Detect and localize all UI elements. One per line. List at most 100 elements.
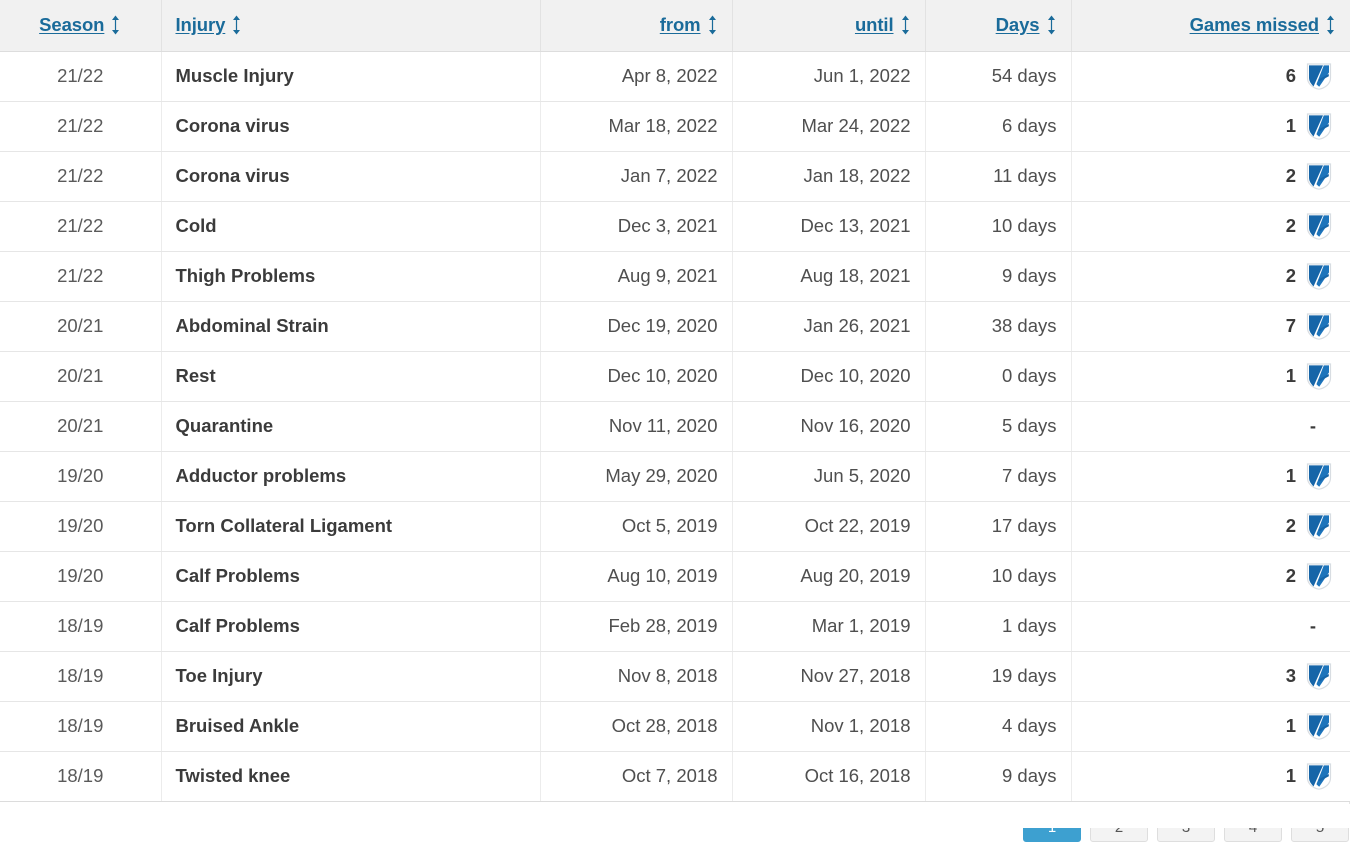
cell-days: 4 days <box>925 701 1072 752</box>
table-row: 20/21 Quarantine Nov 11, 2020 Nov 16, 2020 5… <box>0 401 1350 452</box>
cell-season: 21/22 <box>0 101 162 152</box>
column-header-days-label: Days <box>995 13 1040 35</box>
sort-arrows-icon[interactable] <box>231 15 242 35</box>
cell-season: 18/19 <box>0 701 162 752</box>
pagination-button-1[interactable]: 1 <box>1023 828 1081 842</box>
games-missed-count: 1 <box>1285 115 1296 136</box>
games-missed-count: 1 <box>1285 365 1296 386</box>
table-row: 18/19 Twisted knee Oct 7, 2018 Oct 16, 2018… <box>0 751 1350 802</box>
cell-season: 20/21 <box>0 401 162 452</box>
pagination-button-3[interactable]: 3 <box>1157 828 1215 842</box>
cell-days: 19 days <box>925 651 1072 702</box>
cell-until: Nov 27, 2018 <box>732 651 926 702</box>
cell-until: Dec 10, 2020 <box>732 351 926 402</box>
table-row: 19/20 Torn Collateral Ligament Oct 5, 2019… <box>0 501 1350 552</box>
games-missed-count: 2 <box>1285 565 1296 586</box>
cell-injury: Adductor problems <box>161 451 541 502</box>
cell-days: 10 days <box>925 201 1072 252</box>
table-row: 18/19 Bruised Ankle Oct 28, 2018 Nov 1, 201… <box>0 701 1350 752</box>
cell-games-missed: 2 <box>1071 251 1350 302</box>
injury-history-table: Season Injury from until Days Games miss… <box>0 0 1350 802</box>
column-header-until[interactable]: until <box>732 0 926 52</box>
cell-days: 0 days <box>925 351 1072 402</box>
cell-from: Nov 8, 2018 <box>540 651 733 702</box>
cell-until: Oct 16, 2018 <box>732 751 926 802</box>
cell-until: Oct 22, 2019 <box>732 501 926 552</box>
cell-season: 20/21 <box>0 301 162 352</box>
cell-until: Nov 1, 2018 <box>732 701 926 752</box>
column-header-days[interactable]: Days <box>925 0 1072 52</box>
club-crest-icon[interactable] <box>1306 62 1332 90</box>
games-missed-count: 2 <box>1285 515 1296 536</box>
cell-season: 21/22 <box>0 201 162 252</box>
pagination-button-2[interactable]: 2 <box>1090 828 1148 842</box>
injury-history-page: Season Injury from until Days Games miss… <box>0 0 1364 842</box>
cell-injury: Thigh Problems <box>161 251 541 302</box>
cell-injury: Quarantine <box>161 401 541 452</box>
cell-from: Oct 28, 2018 <box>540 701 733 752</box>
sort-arrows-icon[interactable] <box>707 15 718 35</box>
club-crest-icon[interactable] <box>1306 212 1332 240</box>
cell-days: 54 days <box>925 51 1072 102</box>
cell-until: Aug 18, 2021 <box>732 251 926 302</box>
cell-until: Mar 24, 2022 <box>732 101 926 152</box>
cell-season: 21/22 <box>0 151 162 202</box>
cell-until: Jan 18, 2022 <box>732 151 926 202</box>
cell-injury: Twisted knee <box>161 751 541 802</box>
cell-until: Dec 13, 2021 <box>732 201 926 252</box>
games-missed-count: 1 <box>1285 765 1296 786</box>
column-header-from-label: from <box>659 13 701 35</box>
club-crest-icon[interactable] <box>1306 562 1332 590</box>
club-crest-icon[interactable] <box>1306 312 1332 340</box>
table-row: 19/20 Calf Problems Aug 10, 2019 Aug 20, 20… <box>0 551 1350 602</box>
club-crest-icon[interactable] <box>1306 362 1332 390</box>
cell-from: Feb 28, 2019 <box>540 601 733 652</box>
games-missed-count: - <box>1309 615 1316 636</box>
column-header-games-missed-label: Games missed <box>1189 13 1320 35</box>
table-header: Season Injury from until Days Games miss… <box>0 0 1350 52</box>
cell-games-missed: 3 <box>1071 651 1350 702</box>
games-missed-count: - <box>1309 415 1316 436</box>
cell-injury: Rest <box>161 351 541 402</box>
column-header-from[interactable]: from <box>540 0 733 52</box>
pagination-button-4[interactable]: 4 <box>1224 828 1282 842</box>
cell-season: 18/19 <box>0 601 162 652</box>
club-crest-icon[interactable] <box>1306 262 1332 290</box>
sort-arrows-icon[interactable] <box>1325 15 1336 35</box>
cell-days: 6 days <box>925 101 1072 152</box>
games-missed-count: 6 <box>1285 65 1296 86</box>
cell-from: Aug 10, 2019 <box>540 551 733 602</box>
cell-days: 10 days <box>925 551 1072 602</box>
table-row: 18/19 Calf Problems Feb 28, 2019 Mar 1, 201… <box>0 601 1350 652</box>
cell-from: Jan 7, 2022 <box>540 151 733 202</box>
table-row: 21/22 Thigh Problems Aug 9, 2021 Aug 18, 20… <box>0 251 1350 302</box>
cell-injury: Muscle Injury <box>161 51 541 102</box>
cell-games-missed: 1 <box>1071 701 1350 752</box>
games-missed-count: 1 <box>1285 465 1296 486</box>
club-crest-icon[interactable] <box>1306 112 1332 140</box>
club-crest-icon[interactable] <box>1306 462 1332 490</box>
sort-arrows-icon[interactable] <box>110 15 121 35</box>
cell-from: May 29, 2020 <box>540 451 733 502</box>
games-missed-count: 3 <box>1285 665 1296 686</box>
sort-arrows-icon[interactable] <box>1046 15 1057 35</box>
cell-until: Nov 16, 2020 <box>732 401 926 452</box>
pagination-button-5[interactable]: 5 <box>1291 828 1349 842</box>
cell-days: 5 days <box>925 401 1072 452</box>
club-crest-icon[interactable] <box>1306 512 1332 540</box>
column-header-season[interactable]: Season <box>0 0 162 52</box>
column-header-games-missed[interactable]: Games missed <box>1071 0 1350 52</box>
cell-from: Aug 9, 2021 <box>540 251 733 302</box>
cell-injury: Torn Collateral Ligament <box>161 501 541 552</box>
club-crest-icon[interactable] <box>1306 162 1332 190</box>
table-row: 21/22 Corona virus Mar 18, 2022 Mar 24, 202… <box>0 101 1350 152</box>
table-body: 21/22 Muscle Injury Apr 8, 2022 Jun 1, 2022… <box>0 51 1350 802</box>
cell-season: 19/20 <box>0 551 162 602</box>
column-header-injury[interactable]: Injury <box>161 0 541 52</box>
club-crest-icon[interactable] <box>1306 662 1332 690</box>
cell-from: Nov 11, 2020 <box>540 401 733 452</box>
cell-days: 1 days <box>925 601 1072 652</box>
club-crest-icon[interactable] <box>1306 762 1332 790</box>
sort-arrows-icon[interactable] <box>900 15 911 35</box>
club-crest-icon[interactable] <box>1306 712 1332 740</box>
